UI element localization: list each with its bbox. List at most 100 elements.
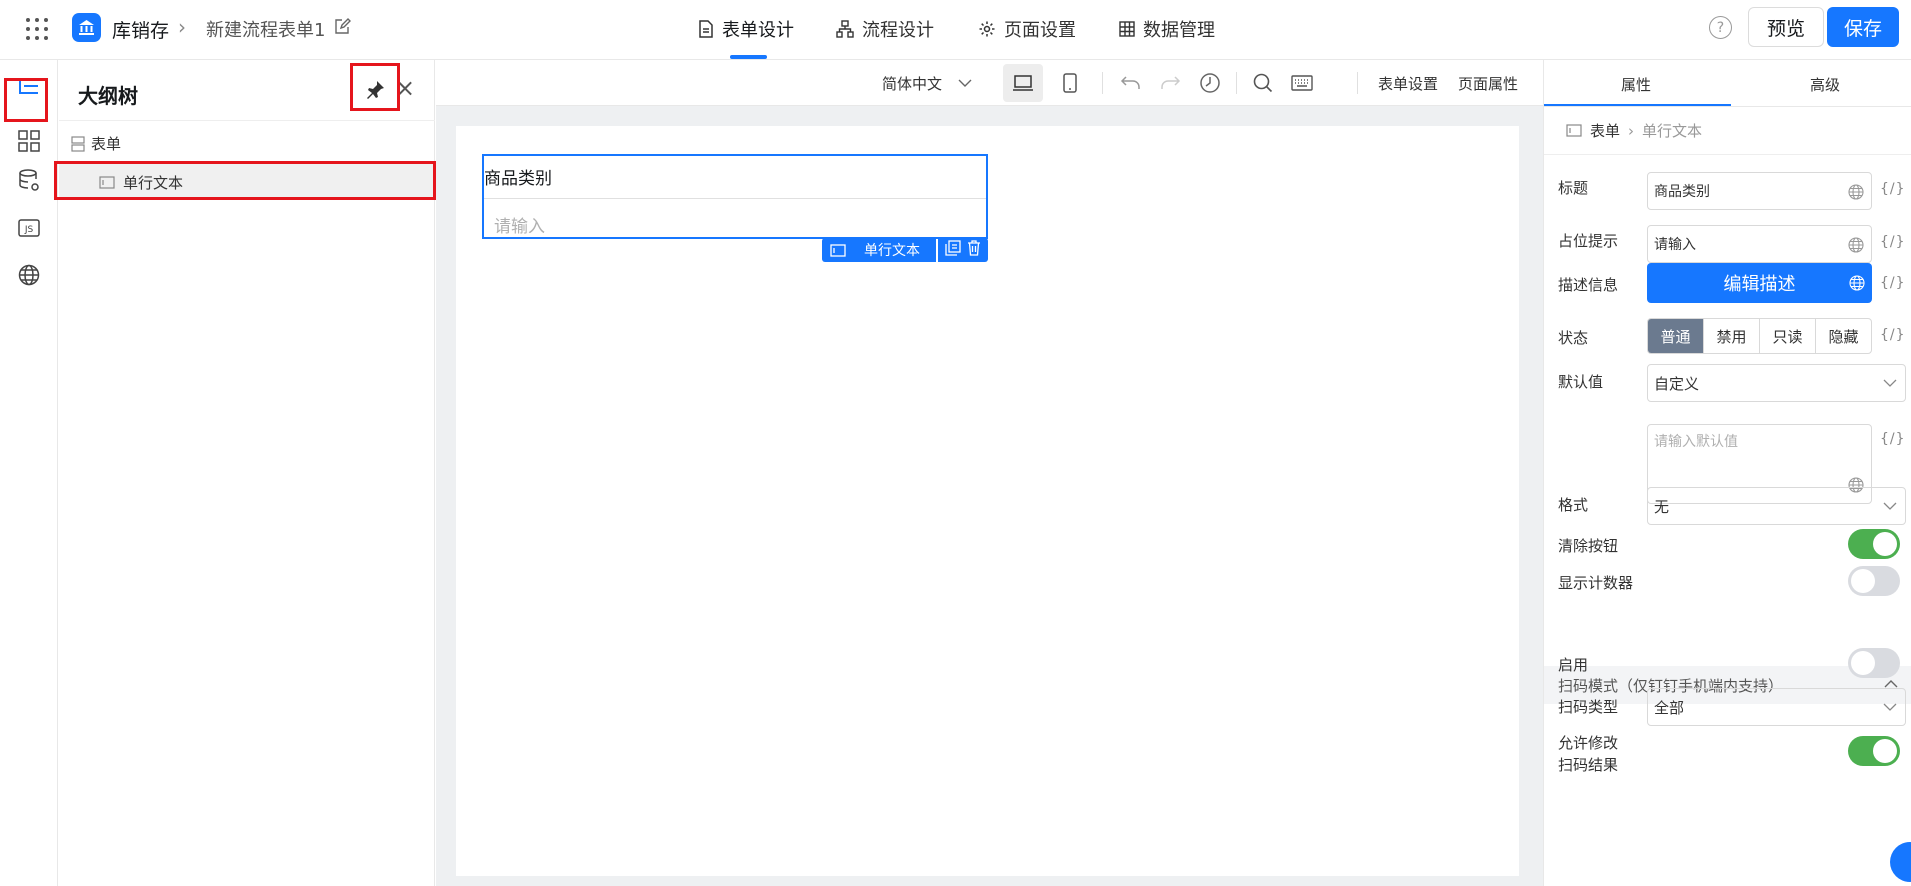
placeholder-label: 占位提示 bbox=[1558, 232, 1619, 250]
state-option-normal[interactable]: 普通 bbox=[1648, 319, 1704, 353]
variable-binding-icon[interactable]: {/} bbox=[1880, 275, 1906, 291]
tab-properties[interactable]: 属性 bbox=[1621, 74, 1651, 95]
default-value-placeholder: 请输入默认值 bbox=[1654, 434, 1738, 450]
outline-tree-icon[interactable] bbox=[9, 67, 49, 107]
title-input[interactable]: 商品类别 bbox=[1647, 172, 1872, 210]
help-icon[interactable]: ? bbox=[1709, 16, 1732, 39]
default-value-select[interactable]: 自定义 bbox=[1647, 364, 1906, 402]
globe-icon[interactable] bbox=[9, 255, 49, 295]
divider bbox=[484, 198, 986, 199]
chevron-right-icon: › bbox=[1628, 121, 1635, 140]
tree-node-form[interactable]: 表单 bbox=[71, 133, 121, 154]
keyboard-icon[interactable] bbox=[1291, 60, 1313, 106]
default-value-selected: 自定义 bbox=[1654, 374, 1700, 393]
pin-icon[interactable] bbox=[365, 80, 385, 104]
tab-form-design-label: 表单设计 bbox=[722, 20, 794, 41]
state-option-hidden[interactable]: 隐藏 bbox=[1816, 319, 1871, 353]
scan-type-selected: 全部 bbox=[1654, 698, 1685, 717]
tab-data-management[interactable]: 数据管理 bbox=[1119, 16, 1215, 42]
divider bbox=[1544, 154, 1911, 155]
scan-type-label: 扫码类型 bbox=[1558, 698, 1619, 716]
placeholder-input-value: 请输入 bbox=[1654, 237, 1696, 253]
search-icon[interactable] bbox=[1253, 60, 1273, 106]
tree-node-single-line-text[interactable]: 单行文本 bbox=[59, 164, 434, 200]
copy-icon[interactable] bbox=[945, 240, 961, 260]
undo-icon[interactable] bbox=[1120, 60, 1142, 106]
form-settings-link[interactable]: 表单设置 bbox=[1378, 60, 1438, 106]
props-breadcrumb: 表单 › 单行文本 bbox=[1566, 120, 1702, 141]
table-icon bbox=[1119, 21, 1135, 37]
breadcrumb-root[interactable]: 表单 bbox=[1590, 120, 1620, 141]
form-name: 新建流程表单1 bbox=[206, 20, 326, 41]
tab-form-design[interactable]: 表单设计 bbox=[698, 16, 794, 42]
chevron-down-icon bbox=[1883, 699, 1897, 719]
close-icon[interactable]: × bbox=[395, 74, 415, 102]
globe-icon[interactable] bbox=[1849, 275, 1865, 296]
edit-description-button[interactable]: 编辑描述 bbox=[1647, 263, 1872, 303]
allow-edit-toggle[interactable] bbox=[1848, 736, 1900, 766]
breadcrumb-current: 单行文本 bbox=[1642, 122, 1703, 140]
edit-icon[interactable] bbox=[333, 18, 351, 40]
field-placeholder[interactable]: 请输入 bbox=[494, 212, 545, 237]
title-label: 标题 bbox=[1558, 179, 1589, 197]
enable-toggle[interactable] bbox=[1848, 648, 1900, 678]
tab-flow-design-label: 流程设计 bbox=[862, 20, 934, 41]
tab-page-settings[interactable]: 页面设置 bbox=[978, 16, 1076, 42]
globe-icon[interactable] bbox=[1848, 184, 1864, 204]
data-source-icon[interactable] bbox=[9, 161, 49, 201]
tab-advanced[interactable]: 高级 bbox=[1810, 74, 1840, 95]
scan-type-select[interactable]: 全部 bbox=[1647, 688, 1906, 726]
page-props-link[interactable]: 页面属性 bbox=[1458, 60, 1518, 106]
variable-binding-icon[interactable]: {/} bbox=[1880, 181, 1906, 197]
variable-binding-icon[interactable]: {/} bbox=[1880, 234, 1906, 250]
divider bbox=[1102, 72, 1103, 94]
clear-button-toggle[interactable] bbox=[1848, 529, 1900, 559]
variable-binding-icon[interactable]: {/} bbox=[1880, 327, 1906, 343]
desktop-icon[interactable] bbox=[1012, 60, 1034, 106]
language-label: 简体中文 bbox=[882, 74, 943, 93]
delete-icon[interactable] bbox=[967, 240, 981, 260]
tab-page-settings-label: 页面设置 bbox=[1004, 20, 1076, 41]
state-label: 状态 bbox=[1558, 329, 1589, 347]
toggle-knob bbox=[1851, 569, 1875, 593]
single-line-text-field[interactable]: 商品类别 请输入 bbox=[482, 154, 988, 239]
js-label: JS bbox=[24, 225, 34, 235]
language-select[interactable]: 简体中文 bbox=[882, 60, 972, 106]
js-code-icon[interactable]: JS bbox=[9, 208, 49, 248]
state-option-disabled[interactable]: 禁用 bbox=[1704, 319, 1760, 353]
document-icon bbox=[699, 20, 713, 38]
mobile-icon[interactable] bbox=[1063, 60, 1077, 106]
clear-button-label: 清除按钮 bbox=[1558, 537, 1619, 555]
components-grid-icon[interactable] bbox=[9, 121, 49, 161]
form-sheet: 商品类别 请输入 单行文本 bbox=[456, 126, 1519, 876]
outline-panel: 大纲树 × 表单 单行文本 bbox=[59, 60, 435, 886]
variable-binding-icon[interactable]: {/} bbox=[1880, 431, 1906, 447]
app-grid-icon[interactable] bbox=[26, 18, 48, 40]
chevron-right-icon: › bbox=[178, 15, 186, 39]
app-name[interactable]: 库销存 bbox=[112, 16, 169, 43]
props-tabs: 属性 高级 bbox=[1544, 60, 1911, 107]
divider bbox=[1236, 72, 1237, 94]
redo-icon[interactable] bbox=[1159, 60, 1181, 106]
component-tag[interactable]: 单行文本 bbox=[822, 238, 936, 262]
save-button[interactable]: 保存 bbox=[1827, 7, 1899, 47]
preview-button[interactable]: 预览 bbox=[1748, 7, 1824, 47]
globe-icon[interactable] bbox=[1848, 237, 1864, 257]
state-option-readonly[interactable]: 只读 bbox=[1760, 319, 1816, 353]
active-tab-indicator bbox=[730, 55, 767, 59]
divider bbox=[59, 120, 435, 121]
toggle-knob bbox=[1851, 651, 1875, 675]
format-select[interactable]: 无 bbox=[1647, 487, 1906, 525]
tab-flow-design[interactable]: 流程设计 bbox=[836, 16, 934, 42]
app-logo-icon[interactable] bbox=[72, 13, 101, 42]
properties-panel: 属性 高级 表单 › 单行文本 标题 商品类别 {/} 占位提示 请输入 {/}… bbox=[1543, 60, 1911, 886]
field-label: 商品类别 bbox=[484, 169, 552, 189]
history-icon[interactable] bbox=[1199, 60, 1221, 106]
tree-node-form-label: 表单 bbox=[91, 135, 122, 153]
chevron-down-icon bbox=[1883, 375, 1897, 395]
placeholder-input[interactable]: 请输入 bbox=[1647, 225, 1872, 263]
left-rail: JS bbox=[0, 60, 58, 886]
description-label: 描述信息 bbox=[1558, 276, 1619, 294]
counter-toggle[interactable] bbox=[1848, 566, 1900, 596]
enable-label: 启用 bbox=[1558, 656, 1589, 674]
